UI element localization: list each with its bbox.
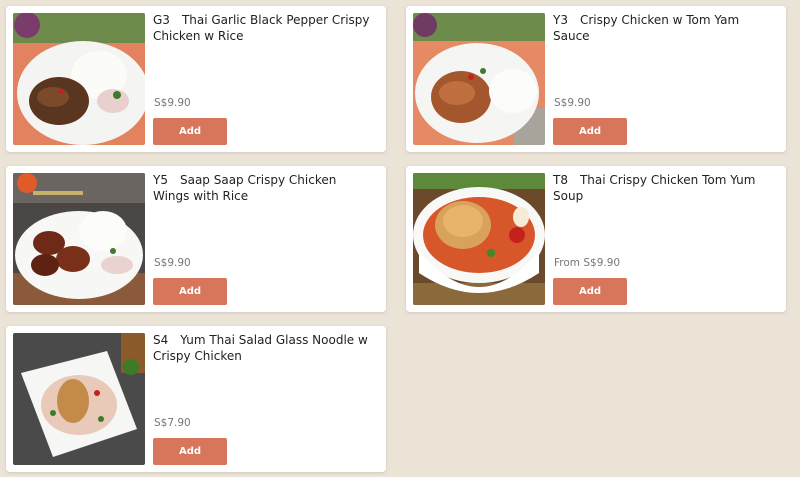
dish-photo[interactable] bbox=[13, 333, 145, 465]
dish-price: From S$9.90 bbox=[554, 257, 621, 269]
dish-price: S$9.90 bbox=[554, 97, 591, 109]
dish-title: Y5 Saap Saap Crispy Chicken Wings with Ri… bbox=[153, 172, 376, 204]
add-button[interactable]: Add bbox=[153, 118, 227, 145]
dish-photo[interactable] bbox=[13, 173, 145, 305]
dish-price: S$9.90 bbox=[154, 97, 191, 109]
menu-item-card-s4[interactable]: S4 Yum Thai Salad Glass Noodle w Crispy C… bbox=[6, 326, 386, 472]
dish-name: Thai Garlic Black Pepper Crispy Chicken … bbox=[153, 13, 370, 43]
add-button[interactable]: Add bbox=[553, 118, 627, 145]
dish-code: T8 bbox=[553, 173, 568, 187]
dish-name: Crispy Chicken w Tom Yam Sauce bbox=[553, 13, 740, 43]
dish-name: Yum Thai Salad Glass Noodle w Crispy Chi… bbox=[153, 333, 368, 363]
dish-name: Thai Crispy Chicken Tom Yum Soup bbox=[553, 173, 756, 203]
menu-item-card-y3[interactable]: Y3 Crispy Chicken w Tom Yam Sauce S$9.90 … bbox=[406, 6, 786, 152]
dish-code: Y5 bbox=[153, 173, 168, 187]
add-button[interactable]: Add bbox=[153, 438, 227, 465]
dish-price: S$9.90 bbox=[154, 257, 191, 269]
menu-item-card-t8[interactable]: T8 Thai Crispy Chicken Tom Yum Soup From … bbox=[406, 166, 786, 312]
dish-name: Saap Saap Crispy Chicken Wings with Rice bbox=[153, 173, 337, 203]
dish-title: T8 Thai Crispy Chicken Tom Yum Soup bbox=[553, 172, 776, 204]
dish-code: S4 bbox=[153, 333, 169, 347]
dish-title: S4 Yum Thai Salad Glass Noodle w Crispy C… bbox=[153, 332, 376, 364]
add-button[interactable]: Add bbox=[553, 278, 627, 305]
menu-item-card-y5[interactable]: Y5 Saap Saap Crispy Chicken Wings with Ri… bbox=[6, 166, 386, 312]
dish-photo[interactable] bbox=[13, 13, 145, 145]
dish-title: G3 Thai Garlic Black Pepper Crispy Chicke… bbox=[153, 12, 376, 44]
dish-code: G3 bbox=[153, 13, 170, 27]
dish-price: S$7.90 bbox=[154, 417, 191, 429]
dish-title: Y3 Crispy Chicken w Tom Yam Sauce bbox=[553, 12, 776, 44]
add-button[interactable]: Add bbox=[153, 278, 227, 305]
dish-photo[interactable] bbox=[413, 173, 545, 305]
dish-code: Y3 bbox=[553, 13, 568, 27]
menu-item-card-g3[interactable]: G3 Thai Garlic Black Pepper Crispy Chicke… bbox=[6, 6, 386, 152]
dish-photo[interactable] bbox=[413, 13, 545, 145]
